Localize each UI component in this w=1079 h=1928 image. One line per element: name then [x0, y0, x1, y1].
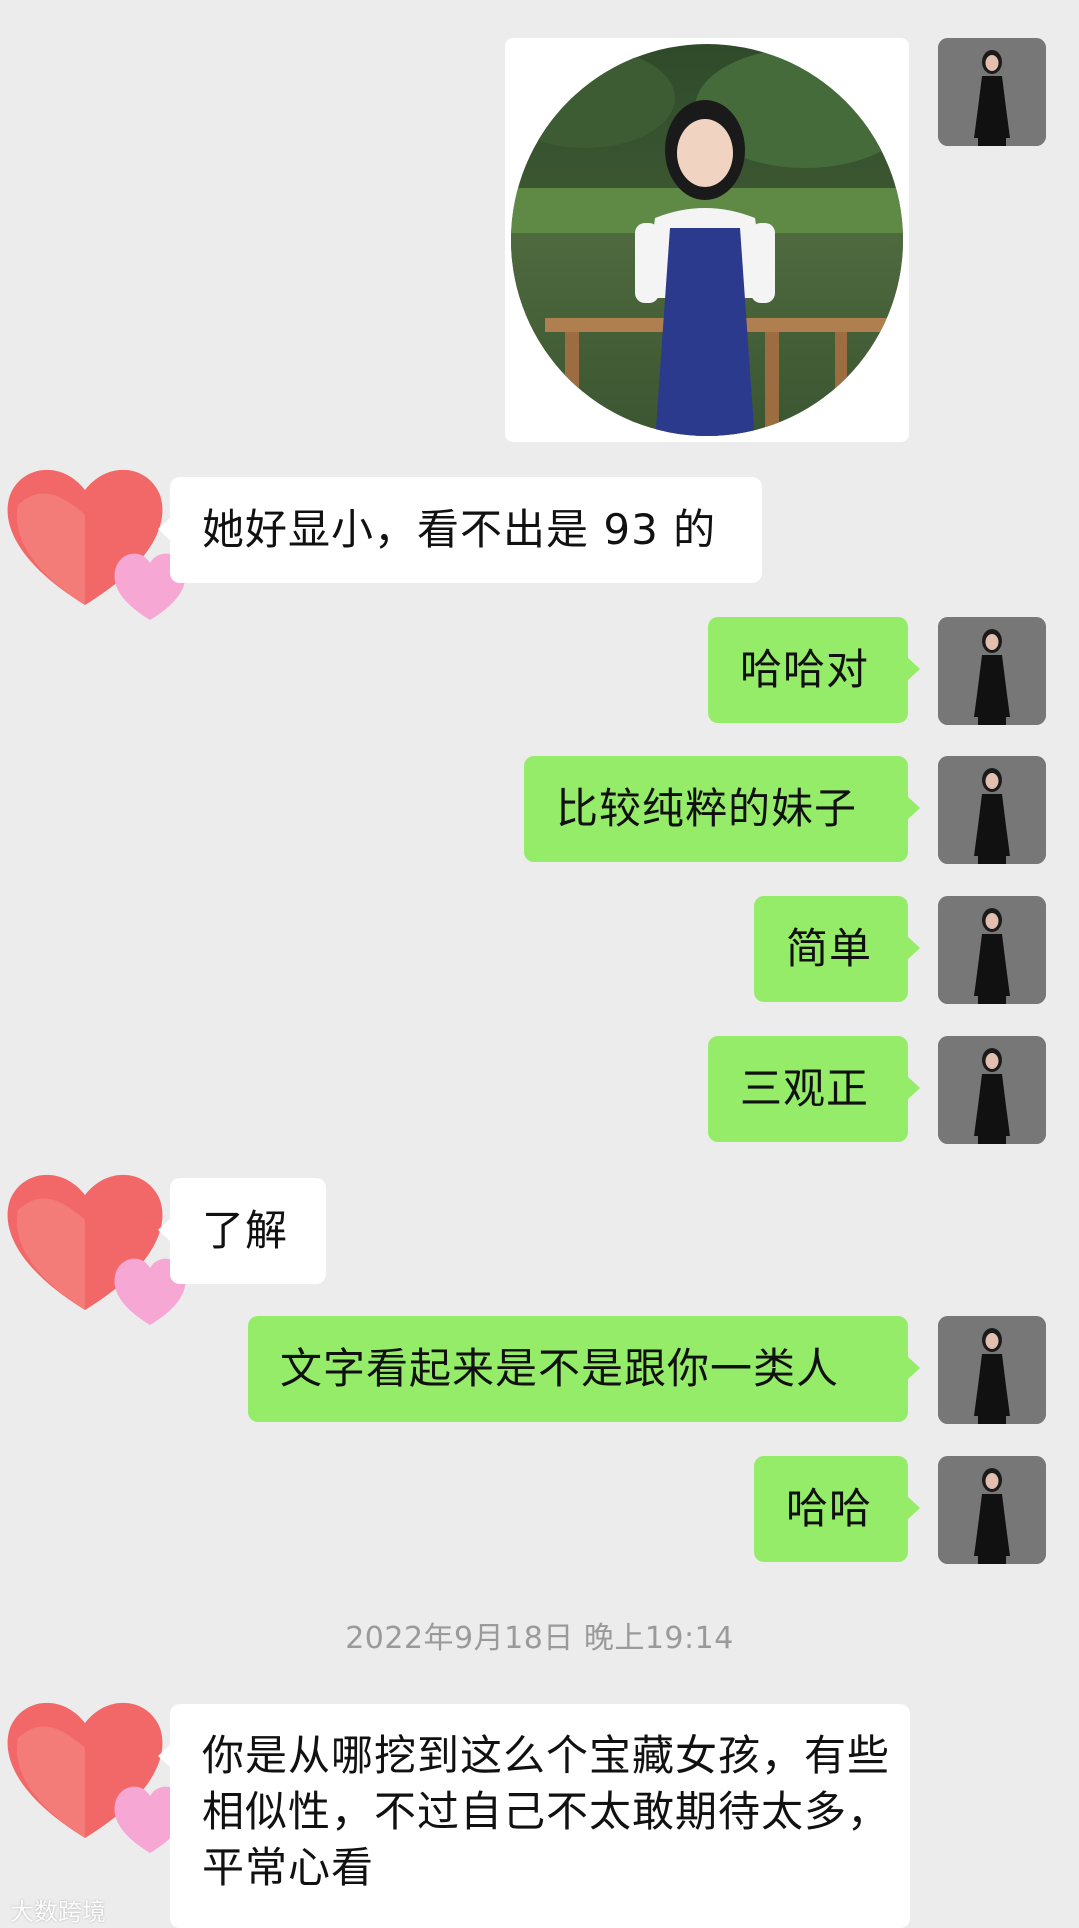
self-avatar[interactable] — [938, 1036, 1046, 1144]
message-bubble-received[interactable]: 她好显小，看不出是 93 的 — [158, 477, 762, 583]
self-avatar[interactable] — [938, 38, 1046, 146]
watermark: 大数跨境 — [10, 1892, 106, 1927]
chat-timestamp: 2022年9月18日 晚上19:14 — [345, 1621, 734, 1656]
message-bubble-received[interactable]: 你是从哪挖到这么个宝藏女孩，有些相似性，不过自己不太敢期待太多，平常心看 — [158, 1704, 910, 1928]
message-text: 哈哈 — [786, 1484, 873, 1533]
message-bubble-sent[interactable]: 哈哈对 — [708, 617, 920, 723]
woman-photo-avatar-icon — [938, 756, 1046, 864]
message-bubble-sent[interactable]: 三观正 — [708, 1036, 920, 1142]
woman-photo-avatar-icon — [938, 617, 1046, 725]
self-avatar[interactable] — [938, 756, 1046, 864]
woman-photo-avatar-icon — [938, 38, 1046, 146]
message-text: 你是从哪挖到这么个宝藏女孩，有些相似性，不过自己不太敢期待太多，平常心看 — [202, 1731, 891, 1892]
shared-photo — [511, 44, 903, 436]
self-avatar[interactable] — [938, 617, 1046, 725]
message-bubble-sent[interactable]: 哈哈 — [754, 1456, 920, 1562]
woman-photo-avatar-icon — [938, 1316, 1046, 1424]
message-text: 简单 — [786, 924, 873, 973]
message-bubble-sent[interactable]: 比较纯粹的妹子 — [524, 756, 920, 862]
self-avatar[interactable] — [938, 896, 1046, 1004]
shared-photo-message[interactable] — [505, 38, 909, 442]
self-avatar[interactable] — [938, 1316, 1046, 1424]
message-text: 比较纯粹的妹子 — [556, 784, 858, 833]
message-bubble-sent[interactable]: 简单 — [754, 896, 920, 1002]
message-text: 三观正 — [740, 1064, 870, 1113]
message-bubble-sent[interactable]: 文字看起来是不是跟你一类人 — [248, 1316, 920, 1422]
message-text: 哈哈对 — [740, 645, 870, 694]
message-text: 她好显小，看不出是 93 的 — [202, 505, 717, 554]
message-bubble-received[interactable]: 了解 — [158, 1178, 326, 1284]
message-text: 文字看起来是不是跟你一类人 — [280, 1344, 840, 1393]
message-text: 了解 — [202, 1206, 289, 1255]
woman-photo-avatar-icon — [938, 1456, 1046, 1564]
self-avatar[interactable] — [938, 1456, 1046, 1564]
watermark-text: 大数跨境 — [10, 1898, 106, 1926]
woman-photo-avatar-icon — [938, 1036, 1046, 1144]
woman-photo-avatar-icon — [938, 896, 1046, 1004]
